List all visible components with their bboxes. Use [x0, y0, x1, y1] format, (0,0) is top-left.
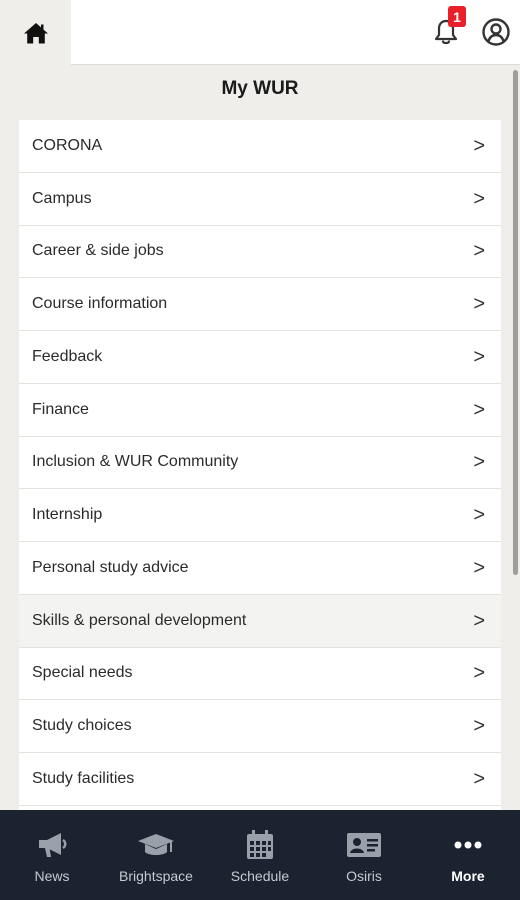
home-button[interactable]: [0, 0, 71, 65]
home-icon: [23, 22, 48, 43]
calendar-icon: [245, 828, 275, 862]
megaphone-icon: [35, 828, 69, 862]
menu-item-personal-study-advice[interactable]: Personal study advice >: [19, 542, 501, 595]
account-icon: [482, 18, 510, 46]
menu-item-label: Career & side jobs: [32, 242, 164, 260]
id-card-icon: [346, 828, 382, 862]
menu-item-campus[interactable]: Campus >: [19, 172, 501, 226]
notification-badge: 1: [448, 6, 466, 27]
menu-list: CORONA > Campus > Career & side jobs > C…: [19, 120, 501, 810]
more-dots-icon: [454, 828, 482, 862]
nav-label-news: News: [34, 868, 70, 884]
chevron-right-icon: >: [473, 504, 485, 527]
menu-item-label: CORONA: [32, 136, 103, 154]
nav-label-schedule: Schedule: [230, 868, 290, 884]
top-bar: 1: [0, 0, 520, 65]
bottom-navigation: News Brightspace Schedule Osiris More: [0, 810, 520, 900]
chevron-right-icon: >: [473, 556, 485, 579]
menu-item-label: Course information: [32, 295, 168, 313]
scrollbar[interactable]: [513, 70, 518, 575]
nav-news[interactable]: News: [0, 810, 104, 900]
menu-item-feedback[interactable]: Feedback >: [19, 331, 501, 384]
menu-item-label: Finance: [32, 400, 89, 418]
menu-item-career[interactable]: Career & side jobs >: [19, 225, 501, 279]
menu-item-inclusion[interactable]: Inclusion & WUR Community >: [19, 436, 501, 490]
chevron-right-icon: >: [473, 715, 485, 738]
nav-osiris[interactable]: Osiris: [312, 810, 416, 900]
menu-item-special-needs[interactable]: Special needs >: [19, 647, 501, 701]
nav-label-osiris: Osiris: [346, 868, 382, 884]
menu-item-study-facilities[interactable]: Study facilities >: [19, 753, 501, 806]
chevron-right-icon: >: [473, 134, 485, 157]
nav-label-more: More: [451, 868, 485, 884]
chevron-right-icon: >: [473, 451, 485, 474]
chevron-right-icon: >: [473, 187, 485, 210]
page-title: My WUR: [221, 78, 299, 99]
menu-item-label: Campus: [32, 189, 92, 207]
graduation-cap-icon: [136, 828, 176, 862]
menu-item-finance[interactable]: Finance >: [19, 383, 501, 437]
menu-item-label: Study facilities: [32, 769, 135, 787]
nav-brightspace[interactable]: Brightspace: [104, 810, 208, 900]
chevron-right-icon: >: [473, 240, 485, 263]
menu-item-label: Study choices: [32, 717, 132, 735]
menu-item-label: Internship: [32, 506, 103, 524]
menu-item-internship[interactable]: Internship >: [19, 489, 501, 542]
menu-item-corona[interactable]: CORONA >: [19, 120, 501, 173]
account-button[interactable]: [478, 14, 514, 50]
menu-item-label: Personal study advice: [32, 558, 189, 576]
menu-item-label: Skills & personal development: [32, 611, 247, 629]
menu-item-study-choices[interactable]: Study choices >: [19, 700, 501, 753]
menu-item-course-information[interactable]: Course information >: [19, 278, 501, 331]
chevron-right-icon: >: [473, 609, 485, 632]
nav-schedule[interactable]: Schedule: [208, 810, 312, 900]
chevron-right-icon: >: [473, 767, 485, 790]
menu-item-label: Inclusion & WUR Community: [32, 453, 239, 471]
chevron-right-icon: >: [473, 345, 485, 368]
nav-label-brightspace: Brightspace: [119, 868, 193, 884]
chevron-right-icon: >: [473, 662, 485, 685]
chevron-right-icon: >: [473, 398, 485, 421]
nav-more[interactable]: More: [416, 810, 520, 900]
menu-item-skills[interactable]: Skills & personal development >: [19, 594, 501, 648]
chevron-right-icon: >: [473, 293, 485, 316]
menu-item-label: Special needs: [32, 664, 133, 682]
menu-item-label: Feedback: [32, 347, 103, 365]
